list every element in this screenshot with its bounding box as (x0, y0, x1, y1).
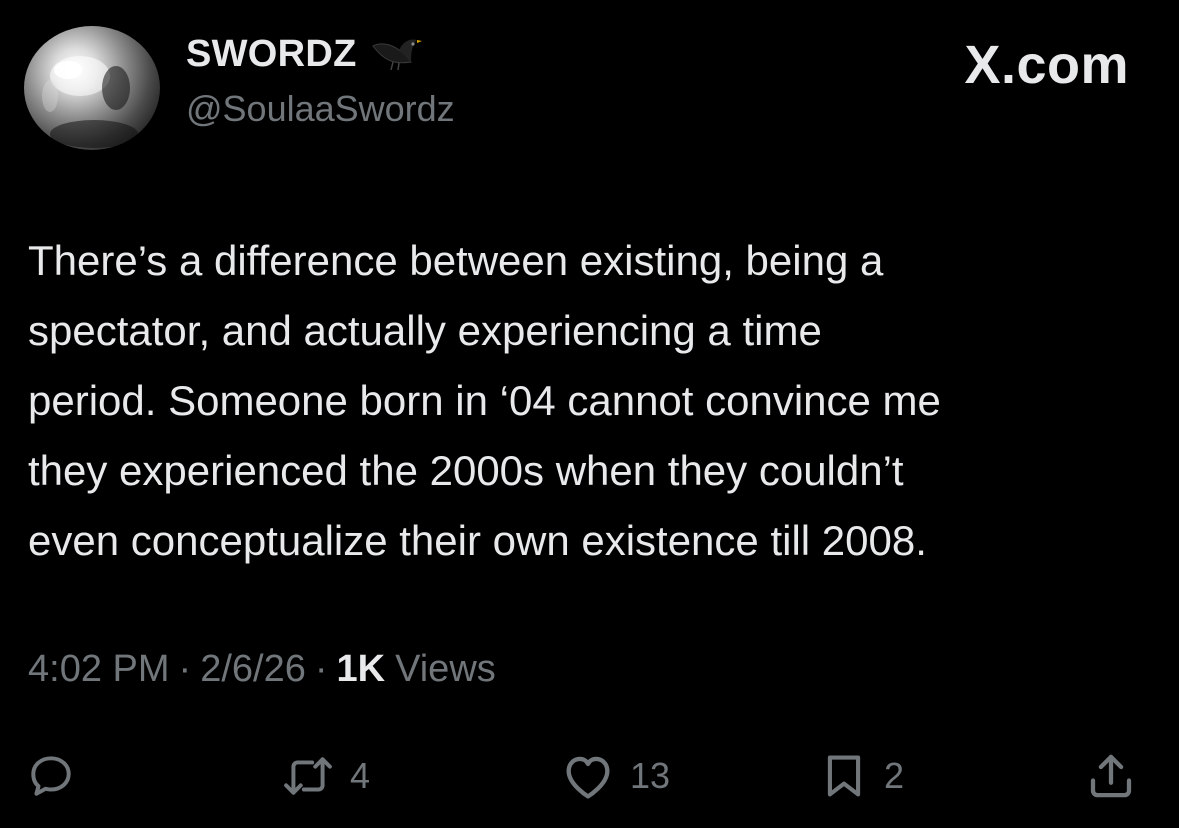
repost-icon (284, 757, 332, 795)
author-display-name[interactable]: SWORDZ (186, 33, 357, 76)
tweet-meta: 4:02 PM · 2/6/26 · 1K Views (28, 648, 496, 691)
share-icon (1090, 754, 1132, 798)
bookmark-icon (827, 755, 861, 797)
brand-label: X.com (964, 35, 1129, 95)
views-label: Views (395, 648, 496, 690)
repost-count: 4 (350, 755, 371, 796)
reply-button[interactable] (26, 740, 76, 812)
tweet-time[interactable]: 4:02 PM (28, 648, 170, 691)
repost-button[interactable]: 4 (280, 740, 370, 812)
like-count: 13 (630, 755, 671, 796)
bookmark-count: 2 (884, 755, 905, 796)
author-handle[interactable]: @SoulaaSwordz (186, 88, 455, 130)
meta-separator: · (178, 648, 192, 690)
heart-icon (566, 756, 610, 799)
chrome-sphere-avatar-icon (42, 56, 138, 148)
reply-icon (31, 756, 71, 796)
meta-separator: · (314, 648, 328, 690)
tweet-text: There’s a difference between existing, b… (28, 237, 941, 564)
blackbird-icon (371, 39, 422, 71)
action-bar: 4 13 2 (0, 740, 1179, 812)
author-name-row: SWORDZ (186, 32, 423, 76)
views-count: 1K (336, 648, 386, 690)
bookmark-button[interactable]: 2 (818, 740, 904, 812)
tweet-date[interactable]: 2/6/26 (200, 648, 306, 691)
tweet-card: SWORDZ @SoulaaSwordz X.com There’s a dif… (0, 0, 1179, 828)
share-button[interactable] (1084, 740, 1138, 812)
like-button[interactable]: 13 (560, 740, 670, 812)
avatar[interactable] (24, 26, 160, 150)
